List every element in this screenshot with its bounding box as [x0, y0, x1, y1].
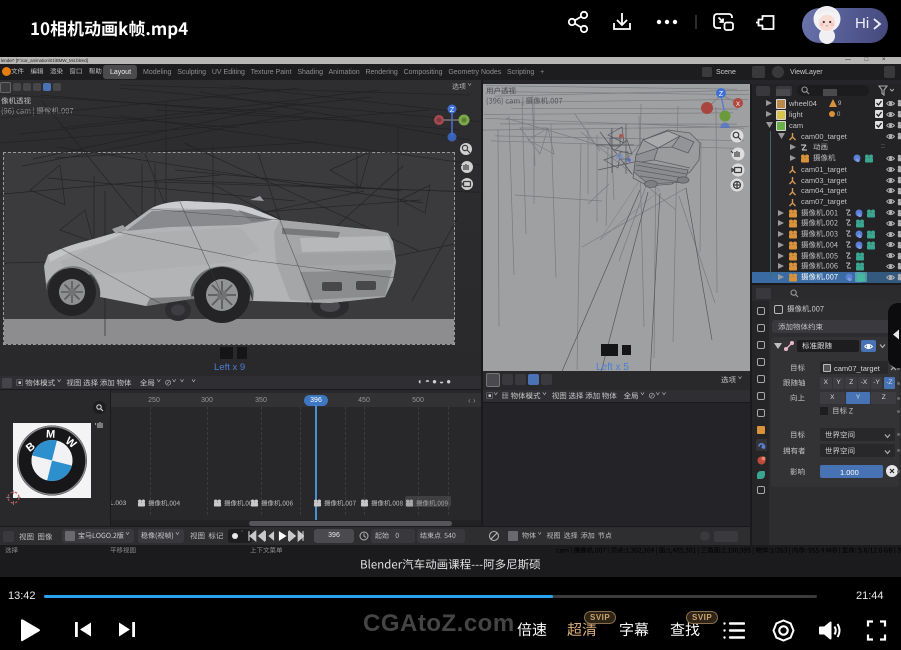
svg-text:Z: Z: [719, 91, 724, 98]
svg-text:M: M: [46, 428, 56, 440]
svg-text:Z: Z: [450, 107, 455, 114]
svg-text:X: X: [736, 102, 740, 108]
